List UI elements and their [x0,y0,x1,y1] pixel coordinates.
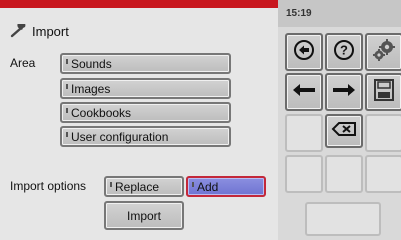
backspace-icon [331,121,357,142]
area-option-label: Images [71,81,111,96]
option-marker [110,182,112,187]
empty-tile [325,155,363,193]
arrow-left-button[interactable] [285,73,323,111]
area-option-label: Sounds [71,56,112,71]
empty-tile [365,114,401,152]
settings-gears-icon [371,37,397,68]
import-button-label: Import [126,208,161,223]
area-option-user-configuration[interactable]: User configuration [60,126,231,147]
page-title-text: Import [32,23,69,39]
option-marker [66,84,68,89]
area-option-cookbooks[interactable]: Cookbooks [60,102,231,123]
accent-bar [0,0,278,8]
import-option-label: Add [197,179,219,194]
empty-tile [285,114,323,152]
area-option-label: User configuration [71,129,169,144]
save-button[interactable] [365,73,401,111]
backspace-button[interactable] [325,114,363,148]
import-button[interactable]: Import [104,201,184,230]
empty-tile [285,155,323,193]
save-disk-icon [373,78,395,107]
import-option-replace[interactable]: Replace [104,176,184,197]
page-title: Import [10,21,69,41]
area-label: Area [10,56,36,70]
empty-tile [365,155,401,193]
import-option-add[interactable]: Add [186,176,266,197]
arrow-right-icon [331,82,357,103]
option-marker [192,182,194,187]
clock: 15:19 [286,8,312,19]
svg-text:?: ? [340,42,348,57]
help-button[interactable]: ? [325,33,363,71]
back-circle-icon [293,39,315,66]
import-options-label: Import options [10,179,87,193]
arrow-right-button[interactable] [325,73,363,111]
option-marker [66,59,68,64]
area-option-images[interactable]: Images [60,78,231,99]
settings-button[interactable] [365,33,401,71]
area-option-sounds[interactable]: Sounds [60,53,231,74]
help-icon: ? [333,39,355,66]
empty-wide-tile [305,202,381,236]
import-option-label: Replace [115,179,160,194]
area-option-label: Cookbooks [71,105,132,120]
option-marker [66,108,68,113]
arrow-left-icon [291,82,317,103]
option-marker [66,132,68,137]
back-button[interactable] [285,33,323,71]
wrench-icon [10,24,28,38]
